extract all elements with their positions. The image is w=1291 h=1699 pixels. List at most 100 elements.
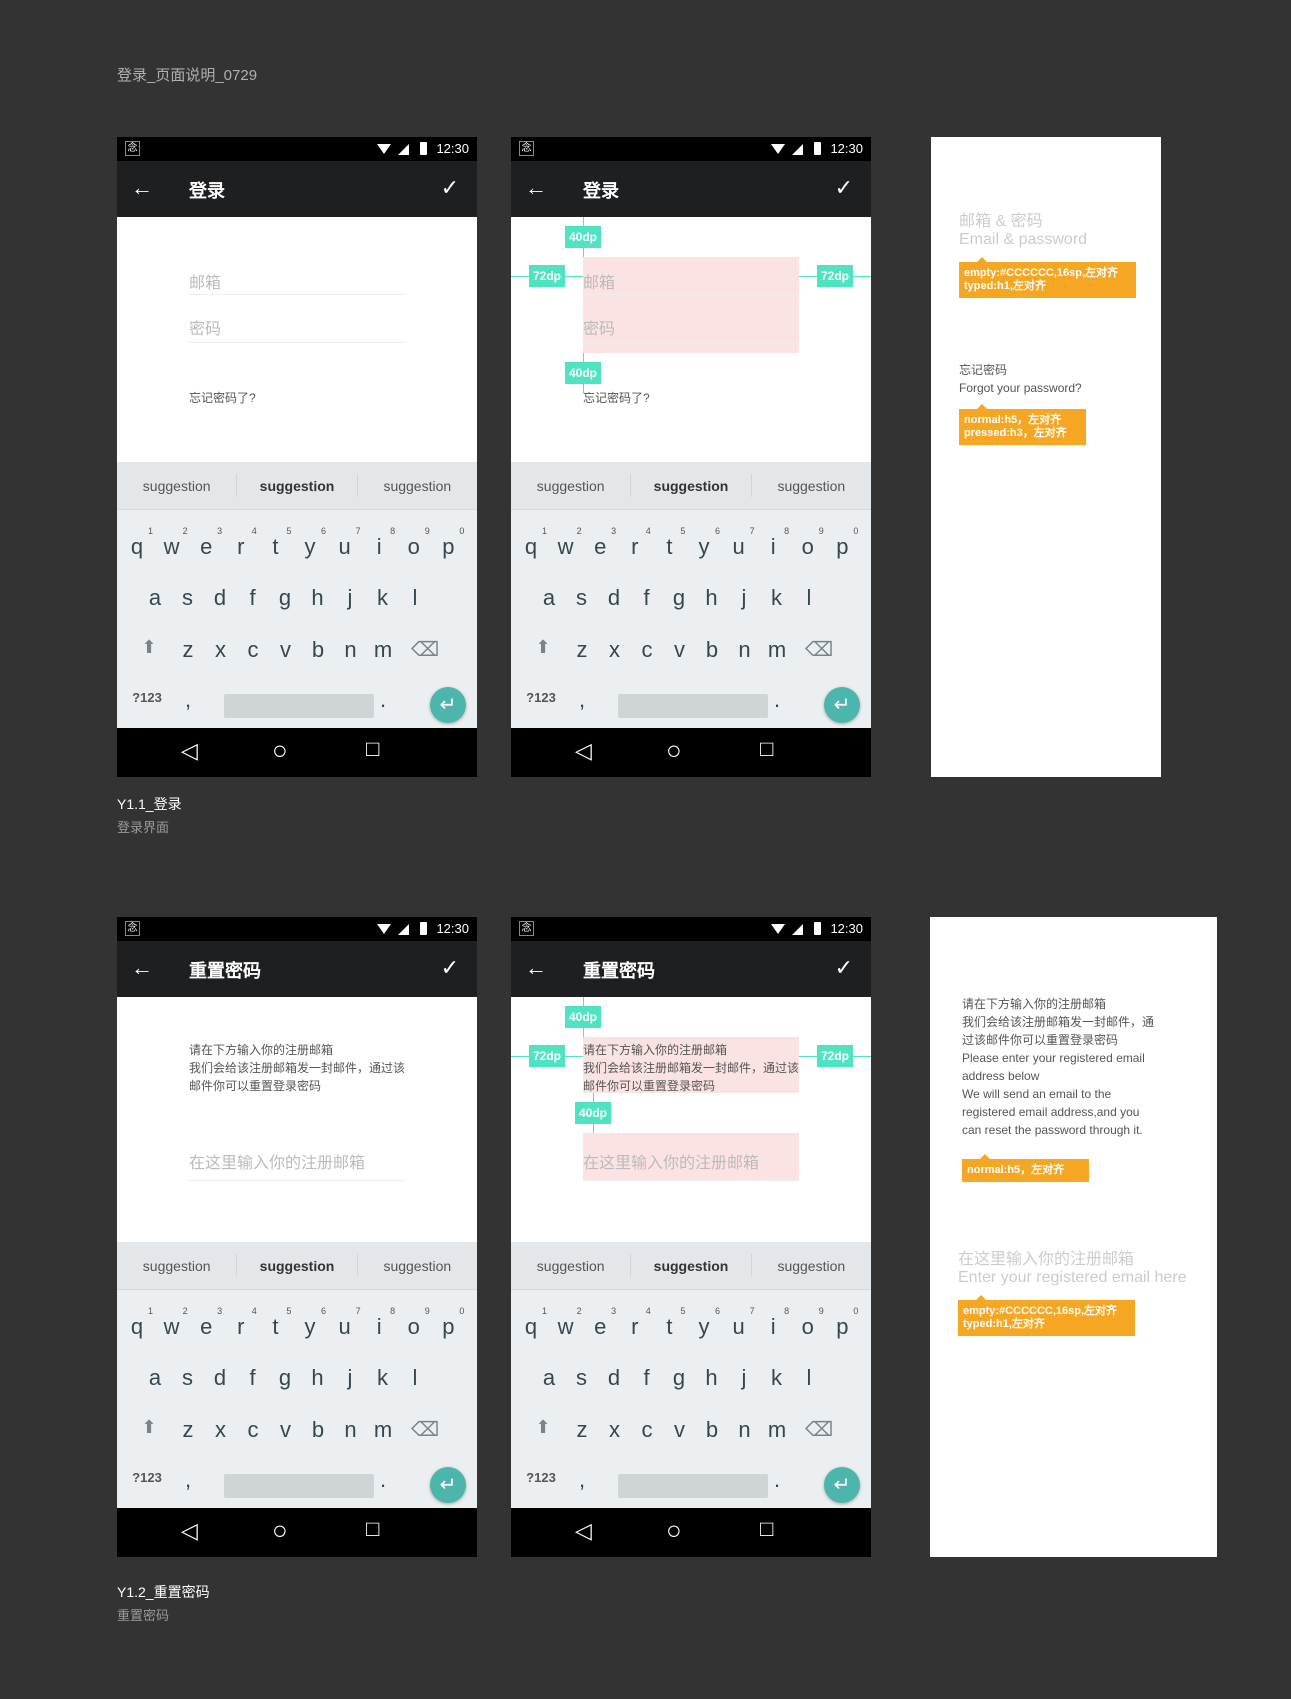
key-m[interactable]: m bbox=[367, 1417, 399, 1443]
key-r[interactable]: r4 bbox=[619, 526, 651, 560]
shift-key-icon[interactable]: ⬆ bbox=[527, 1417, 559, 1438]
forgot-password-link[interactable]: 忘记密码了? bbox=[583, 389, 803, 407]
comma-key[interactable]: , bbox=[566, 687, 598, 713]
key-a[interactable]: a bbox=[139, 585, 171, 611]
backspace-key-icon[interactable]: ⌫ bbox=[409, 1417, 441, 1442]
key-s[interactable]: s bbox=[172, 1365, 204, 1391]
key-y[interactable]: y6 bbox=[688, 1306, 721, 1340]
registered-email-input[interactable]: 在这里输入你的注册邮箱 bbox=[583, 1147, 799, 1181]
key-v[interactable]: v bbox=[270, 637, 302, 663]
key-p[interactable]: p0 bbox=[432, 1306, 464, 1340]
key-b[interactable]: b bbox=[696, 637, 728, 663]
confirm-check-icon[interactable]: ✓ bbox=[835, 175, 853, 201]
key-g[interactable]: g bbox=[663, 585, 695, 611]
key-q[interactable]: q1 bbox=[515, 526, 547, 560]
key-f[interactable]: f bbox=[631, 1365, 663, 1391]
key-u[interactable]: u7 bbox=[723, 1306, 754, 1340]
period-key[interactable]: . bbox=[367, 687, 399, 713]
enter-key-icon[interactable]: ↵ bbox=[824, 687, 860, 723]
key-y[interactable]: y6 bbox=[294, 1306, 327, 1340]
confirm-check-icon[interactable]: ✓ bbox=[441, 175, 459, 201]
key-b[interactable]: b bbox=[302, 637, 334, 663]
key-o[interactable]: o9 bbox=[792, 1306, 824, 1340]
nav-recents-icon[interactable]: □ bbox=[366, 1516, 379, 1542]
key-k[interactable]: k bbox=[761, 1365, 793, 1391]
nav-back-icon[interactable]: ◁ bbox=[181, 738, 198, 764]
suggestion-item[interactable]: suggestion bbox=[752, 1254, 871, 1277]
back-arrow-icon[interactable]: ← bbox=[525, 175, 547, 201]
key-a[interactable]: a bbox=[139, 1365, 171, 1391]
key-q[interactable]: q1 bbox=[121, 1306, 153, 1340]
key-v[interactable]: v bbox=[664, 637, 696, 663]
key-m[interactable]: m bbox=[761, 1417, 793, 1443]
key-l[interactable]: l bbox=[399, 1365, 431, 1391]
key-p[interactable]: p0 bbox=[826, 1306, 858, 1340]
space-bar[interactable] bbox=[224, 1474, 374, 1498]
key-p[interactable]: p0 bbox=[432, 526, 464, 560]
suggestion-item[interactable]: suggestion bbox=[358, 474, 477, 497]
suggestion-item[interactable]: suggestion bbox=[511, 1254, 632, 1277]
back-arrow-icon[interactable]: ← bbox=[525, 955, 547, 981]
key-r[interactable]: r4 bbox=[619, 1306, 651, 1340]
key-w[interactable]: w2 bbox=[156, 526, 188, 560]
forgot-password-link[interactable]: 忘记密码了? bbox=[189, 389, 409, 407]
nav-recents-icon[interactable]: □ bbox=[760, 1516, 773, 1542]
email-input[interactable]: 邮箱 bbox=[189, 261, 405, 295]
suggestion-item[interactable]: suggestion bbox=[631, 1254, 752, 1277]
suggestion-item[interactable]: suggestion bbox=[237, 474, 358, 497]
nav-recents-icon[interactable]: □ bbox=[760, 736, 773, 762]
key-x[interactable]: x bbox=[599, 1417, 631, 1443]
key-w[interactable]: w2 bbox=[156, 1306, 188, 1340]
key-v[interactable]: v bbox=[270, 1417, 302, 1443]
key-l[interactable]: l bbox=[399, 585, 431, 611]
shift-key-icon[interactable]: ⬆ bbox=[133, 637, 165, 658]
shift-key-icon[interactable]: ⬆ bbox=[527, 637, 559, 658]
key-u[interactable]: u7 bbox=[329, 1306, 360, 1340]
comma-key[interactable]: , bbox=[566, 1467, 598, 1493]
key-g[interactable]: g bbox=[269, 585, 301, 611]
nav-back-icon[interactable]: ◁ bbox=[575, 738, 592, 764]
key-z[interactable]: z bbox=[172, 637, 204, 663]
key-n[interactable]: n bbox=[335, 1417, 367, 1443]
backspace-key-icon[interactable]: ⌫ bbox=[803, 637, 835, 662]
key-k[interactable]: k bbox=[367, 585, 399, 611]
key-a[interactable]: a bbox=[533, 585, 565, 611]
key-j[interactable]: j bbox=[334, 1365, 366, 1391]
symbols-key[interactable]: ?123 bbox=[521, 690, 561, 705]
key-o[interactable]: o9 bbox=[398, 1306, 430, 1340]
key-u[interactable]: u7 bbox=[329, 526, 360, 560]
key-t[interactable]: t5 bbox=[259, 1306, 291, 1340]
suggestion-item[interactable]: suggestion bbox=[237, 1254, 358, 1277]
backspace-key-icon[interactable]: ⌫ bbox=[803, 1417, 835, 1442]
key-r[interactable]: r4 bbox=[225, 1306, 257, 1340]
key-c[interactable]: c bbox=[237, 1417, 269, 1443]
key-i[interactable]: i8 bbox=[757, 526, 789, 560]
key-f[interactable]: f bbox=[631, 585, 663, 611]
key-t[interactable]: t5 bbox=[653, 526, 685, 560]
backspace-key-icon[interactable]: ⌫ bbox=[409, 637, 441, 662]
space-bar[interactable] bbox=[618, 1474, 768, 1498]
key-h[interactable]: h bbox=[696, 1365, 728, 1391]
enter-key-icon[interactable]: ↵ bbox=[824, 1467, 860, 1503]
key-t[interactable]: t5 bbox=[259, 526, 291, 560]
key-y[interactable]: y6 bbox=[688, 526, 721, 560]
symbols-key[interactable]: ?123 bbox=[127, 690, 167, 705]
key-s[interactable]: s bbox=[566, 585, 598, 611]
key-j[interactable]: j bbox=[728, 1365, 760, 1391]
confirm-check-icon[interactable]: ✓ bbox=[835, 955, 853, 981]
enter-key-icon[interactable]: ↵ bbox=[430, 687, 466, 723]
key-m[interactable]: m bbox=[367, 637, 399, 663]
key-g[interactable]: g bbox=[663, 1365, 695, 1391]
symbols-key[interactable]: ?123 bbox=[521, 1470, 561, 1485]
key-h[interactable]: h bbox=[302, 1365, 334, 1391]
key-n[interactable]: n bbox=[729, 637, 761, 663]
period-key[interactable]: . bbox=[761, 687, 793, 713]
key-b[interactable]: b bbox=[302, 1417, 334, 1443]
symbols-key[interactable]: ?123 bbox=[127, 1470, 167, 1485]
key-x[interactable]: x bbox=[205, 1417, 237, 1443]
comma-key[interactable]: , bbox=[172, 1467, 204, 1493]
key-w[interactable]: w2 bbox=[550, 526, 582, 560]
suggestion-item[interactable]: suggestion bbox=[117, 1254, 238, 1277]
space-bar[interactable] bbox=[618, 694, 768, 718]
key-v[interactable]: v bbox=[664, 1417, 696, 1443]
